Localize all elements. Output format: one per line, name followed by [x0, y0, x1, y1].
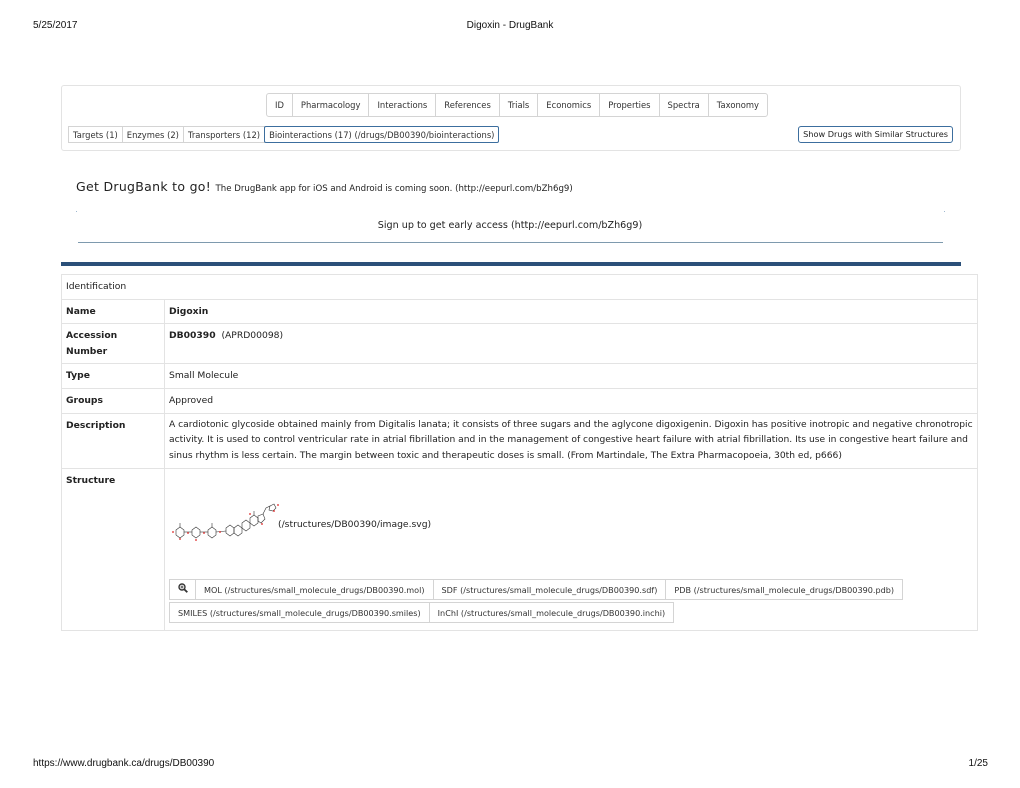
promo-title: Get DrugBank to go!	[76, 179, 212, 194]
row-label: Description	[61, 412, 165, 470]
subtab-enzymes[interactable]: Enzymes (2)	[121, 126, 184, 143]
zoom-structure-button[interactable]	[169, 579, 196, 601]
print-url: https://www.drugbank.ca/drugs/DB00390	[33, 758, 215, 769]
section-tabs: ID Pharmacology Interactions References …	[266, 93, 769, 117]
sub-tabs: Targets (1) Enzymes (2) Transporters (12…	[68, 126, 500, 143]
tab-pharmacology[interactable]: Pharmacology	[291, 94, 369, 116]
table-row: Accession Number DB00390 (APRD00098)	[61, 323, 978, 365]
row-label: Name	[61, 298, 165, 325]
subtab-transporters[interactable]: Transporters (12)	[182, 126, 266, 143]
row-label: Accession Number	[61, 323, 165, 365]
signup-link[interactable]: Sign up to get early access (http://eepu…	[0, 220, 1020, 231]
tab-spectra[interactable]: Spectra	[658, 94, 708, 116]
structure-image-link[interactable]: (/structures/DB00390/image.svg)	[278, 517, 431, 533]
drug-groups: Approved	[164, 387, 978, 414]
tab-properties[interactable]: Properties	[599, 94, 658, 116]
subtab-targets[interactable]: Targets (1)	[68, 126, 123, 143]
magnifier-plus-icon	[178, 583, 188, 594]
secondary-accession: (APRD00098)	[221, 330, 284, 342]
similar-structures-button[interactable]: Show Drugs with Similar Structures	[798, 126, 953, 143]
section-divider-bar	[61, 262, 961, 266]
tab-trials[interactable]: Trials	[498, 94, 537, 116]
row-label: Structure	[61, 468, 165, 632]
drug-description: A cardiotonic glycoside obtained mainly …	[164, 412, 978, 470]
divider-dot	[944, 211, 945, 212]
table-row: Name Digoxin	[61, 298, 978, 325]
table-row: Description A cardiotonic glycoside obta…	[61, 412, 978, 470]
tab-taxonomy[interactable]: Taxonomy	[707, 94, 767, 116]
download-sdf-link[interactable]: SDF (/structures/small_molecule_drugs/DB…	[432, 579, 667, 601]
promo-banner: Get DrugBank to go! The DrugBank app for…	[76, 178, 573, 196]
molecule-structure-image[interactable]	[170, 502, 280, 544]
drug-nav-panel: ID Pharmacology Interactions References …	[61, 85, 961, 151]
signup-underline	[78, 242, 943, 243]
divider-dot	[76, 211, 77, 212]
download-row: SMILES (/structures/small_molecule_drugs…	[169, 602, 675, 624]
tab-economics[interactable]: Economics	[537, 94, 599, 116]
download-pdb-link[interactable]: PDB (/structures/small_molecule_drugs/DB…	[665, 579, 904, 601]
promo-text[interactable]: The DrugBank app for iOS and Android is …	[216, 184, 573, 194]
download-row: MOL (/structures/small_molecule_drugs/DB…	[169, 579, 904, 601]
identification-table: Identification Name Digoxin Accession Nu…	[61, 274, 978, 632]
subtab-biointeractions[interactable]: Biointeractions (17) (/drugs/DB00390/bio…	[264, 126, 500, 143]
download-inchi-link[interactable]: InChI (/structures/small_molecule_drugs/…	[428, 602, 675, 624]
row-label: Groups	[61, 387, 165, 414]
tab-interactions[interactable]: Interactions	[368, 94, 435, 116]
drug-type: Small Molecule	[164, 363, 978, 389]
tab-id[interactable]: ID	[267, 94, 292, 116]
drug-name: Digoxin	[164, 298, 978, 325]
accession-number: DB00390	[169, 330, 216, 342]
print-page-number: 1/25	[968, 758, 988, 769]
download-smiles-link[interactable]: SMILES (/structures/small_molecule_drugs…	[169, 602, 430, 624]
table-row: Groups Approved	[61, 387, 978, 414]
table-row: Structure (/structures/DB00390/image.svg…	[61, 468, 978, 632]
structure-cell: (/structures/DB00390/image.svg) MOL (/st…	[164, 468, 978, 632]
section-heading: Identification	[61, 274, 978, 300]
row-label: Type	[61, 363, 165, 389]
tab-references[interactable]: References	[435, 94, 499, 116]
download-mol-link[interactable]: MOL (/structures/small_molecule_drugs/DB…	[195, 579, 434, 601]
print-title: Digoxin - DrugBank	[466, 20, 554, 31]
accession-cell: DB00390 (APRD00098)	[164, 323, 978, 365]
table-row: Type Small Molecule	[61, 363, 978, 389]
